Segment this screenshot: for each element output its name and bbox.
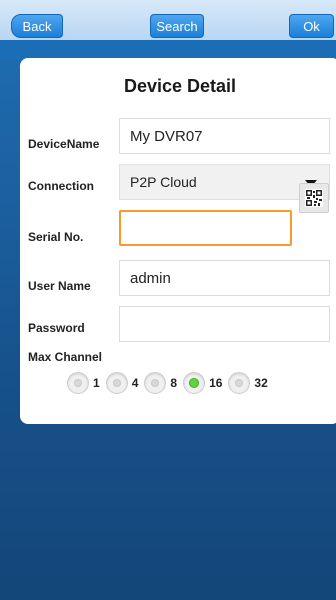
radio-button[interactable] <box>228 372 251 394</box>
device-name-field[interactable]: My DVR07 <box>119 118 330 154</box>
device-name-label: DeviceName <box>28 137 100 151</box>
max-channel-label: Max Channel <box>28 350 103 364</box>
channel-option-label: 1 <box>93 376 100 390</box>
radio-button[interactable] <box>105 372 128 394</box>
radio-button[interactable] <box>67 372 89 394</box>
max-channel-radio-group: 1 4 8 16 32 <box>67 371 274 395</box>
qr-code-icon <box>305 189 323 207</box>
serial-label: Serial No. <box>28 230 84 244</box>
ok-button[interactable]: Ok <box>289 14 334 38</box>
device-detail-card: Device Detail DeviceName My DVR07 Connec… <box>20 58 336 424</box>
channel-option-32[interactable]: 32 <box>228 372 268 394</box>
header-stripe <box>0 40 336 60</box>
channel-option-1[interactable]: 1 <box>67 372 100 394</box>
username-field[interactable]: admin <box>119 260 330 296</box>
radio-button-selected[interactable] <box>183 372 206 394</box>
back-button[interactable]: Back <box>11 14 63 38</box>
username-label: User Name <box>28 279 91 293</box>
channel-option-8[interactable]: 8 <box>144 372 177 394</box>
top-nav-bar: Back Search Ok <box>0 0 336 40</box>
channel-option-16[interactable]: 16 <box>183 372 222 394</box>
channel-option-label: 8 <box>170 376 178 390</box>
password-field[interactable] <box>119 306 330 342</box>
connection-value: P2P Cloud <box>130 174 197 190</box>
device-name-value: My DVR07 <box>130 127 203 145</box>
search-button[interactable]: Search <box>150 14 204 38</box>
connection-label: Connection <box>28 179 94 193</box>
serial-number-field[interactable] <box>119 210 292 246</box>
channel-option-label: 16 <box>209 376 223 390</box>
password-label: Password <box>28 321 85 335</box>
page-title: Device Detail <box>123 76 237 96</box>
radio-button[interactable] <box>144 372 167 394</box>
channel-option-4[interactable]: 4 <box>105 372 139 394</box>
username-value: admin <box>130 269 171 287</box>
qr-scan-button[interactable] <box>299 183 329 213</box>
channel-option-label: 32 <box>254 376 268 390</box>
channel-option-label: 4 <box>131 376 139 390</box>
